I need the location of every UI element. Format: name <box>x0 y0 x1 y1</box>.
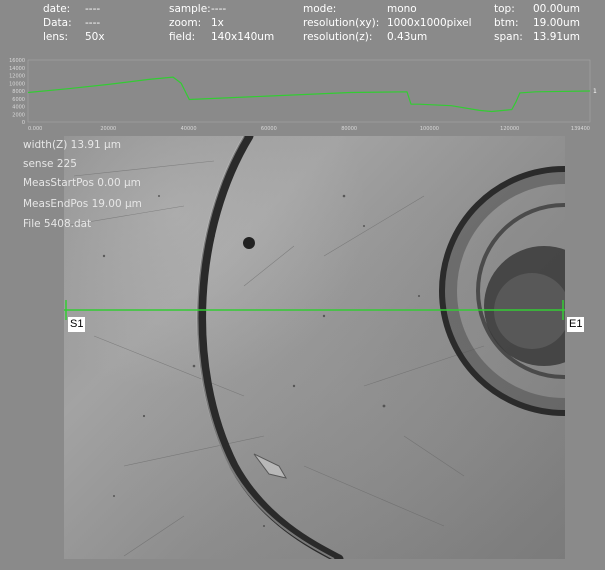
mode-value: mono <box>387 3 417 15</box>
sense-text: sense 225 <box>23 158 77 170</box>
profile-end-marker: 1 <box>593 88 597 95</box>
zoom-value: 1x <box>211 17 224 29</box>
resolution-z-label: resolution(z): <box>303 31 373 43</box>
profile-line <box>27 76 591 113</box>
resolution-xy-value: 1000x1000pixel <box>387 17 472 29</box>
end-marker-e1[interactable]: E1 <box>567 317 585 332</box>
y-tick-label: 6000 <box>12 97 25 103</box>
height-profile-chart: 0 2000 4000 6000 8000 10000 12000 14000 16000 0.0… <box>0 54 605 136</box>
y-tick-label: 8000 <box>12 89 25 95</box>
x-tick-label: 139400 <box>571 126 590 132</box>
zoom-label: zoom: <box>169 17 202 29</box>
span-value: 13.91um <box>533 31 580 43</box>
file-text: File 5408.dat <box>23 218 92 230</box>
y-tick-label: 12000 <box>9 74 25 80</box>
data-label: Data: <box>43 17 72 29</box>
start-marker-s1[interactable]: S1 <box>68 317 86 332</box>
x-tick-label: 20000 <box>100 126 116 132</box>
x-tick-label: 80000 <box>341 126 357 132</box>
resolution-xy-label: resolution(xy): <box>303 17 380 29</box>
top-value: 00.00um <box>533 3 580 15</box>
meas-end-text: MeasEndPos 19.00 μm <box>23 198 142 210</box>
data-value: ---- <box>85 17 101 29</box>
x-tick-label: 120000 <box>500 126 519 132</box>
date-label: date: <box>43 3 71 15</box>
y-tick-label: 0 <box>22 120 25 126</box>
span-label: span: <box>494 31 523 43</box>
x-tick-label: 100000 <box>420 126 439 132</box>
width-z-text: width(Z) 13.91 μm <box>23 139 121 151</box>
y-tick-label: 4000 <box>12 105 25 111</box>
profile-plot: 0 20004000 6000 8000 1000012000 14000 16000 0.0… <box>9 58 597 132</box>
x-tick-label: 60000 <box>261 126 277 132</box>
x-tick-label: 0.000 <box>28 126 42 132</box>
field-value: 140x140um <box>211 31 275 43</box>
meas-start-text: MeasStartPos 0.00 μm <box>23 177 141 189</box>
date-value: ---- <box>85 3 101 15</box>
sample-label: sample: <box>169 3 211 15</box>
y-tick-label: 16000 <box>9 58 25 64</box>
y-tick-label: 10000 <box>9 81 25 87</box>
btm-value: 19.00um <box>533 17 580 29</box>
btm-label: btm: <box>494 17 519 29</box>
sample-value: ---- <box>211 3 227 15</box>
mode-label: mode: <box>303 3 337 15</box>
y-tick-label: 2000 <box>12 112 25 118</box>
top-label: top: <box>494 3 515 15</box>
x-tick-label: 40000 <box>181 126 197 132</box>
lens-label: lens: <box>43 31 69 43</box>
plot-frame <box>27 59 591 123</box>
field-label: field: <box>169 31 196 43</box>
lens-value: 50x <box>85 31 105 43</box>
resolution-z-value: 0.43um <box>387 31 428 43</box>
y-tick-label: 14000 <box>9 66 25 72</box>
